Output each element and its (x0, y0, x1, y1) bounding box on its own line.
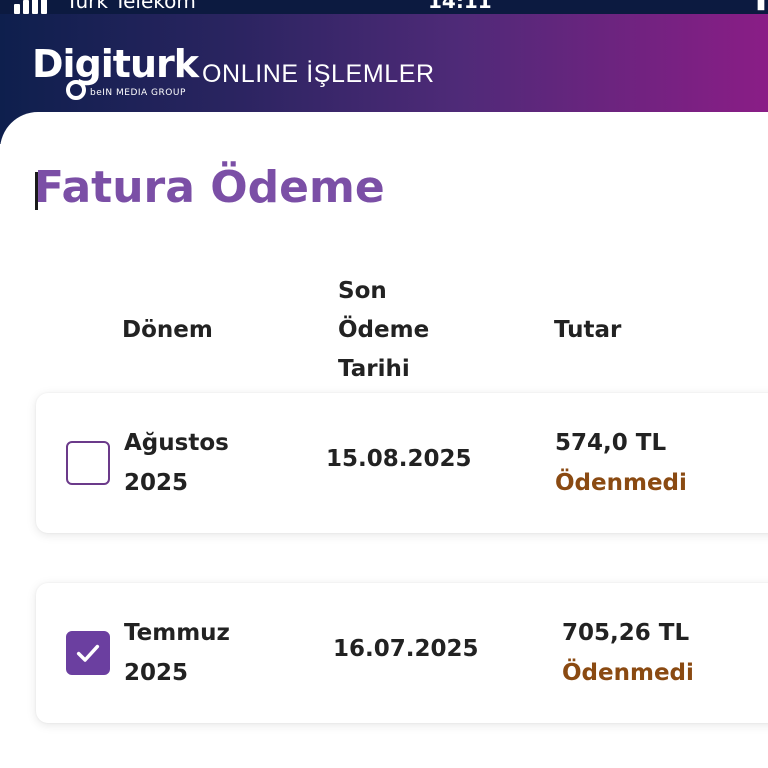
period-year: 2025 (124, 660, 189, 686)
due-date-header-line3: Tarihi (338, 356, 410, 382)
column-header-amount: Tutar (554, 317, 622, 343)
logo-subtitle: beIN MEDIA GROUP (90, 88, 186, 98)
invoice-checkbox-checked[interactable] (66, 631, 110, 675)
logo-dot-icon (66, 80, 86, 100)
invoice-due-date: 16.07.2025 (333, 636, 479, 662)
column-header-due-date: Son Ödeme Tarihi (338, 272, 478, 389)
period-month: Ağustos (124, 430, 229, 456)
main-content: Fatura Ödeme Dönem Son Ödeme Tarihi Tuta… (0, 112, 768, 768)
invoice-amount: 705,26 TL (562, 620, 690, 646)
page-title: Fatura Ödeme (34, 162, 385, 213)
status-bar: Türk Telekom 14:11 ▮ (0, 0, 768, 14)
invoice-due-date: 15.08.2025 (326, 446, 472, 472)
period-month: Temmuz (124, 620, 230, 646)
text-cursor (35, 172, 38, 210)
logo-text: Digiturk (32, 42, 199, 86)
carrier-name: Türk Telekom (66, 0, 196, 13)
due-date-header-line1: Son (338, 278, 387, 304)
invoice-checkbox[interactable] (66, 441, 110, 485)
screen: Türk Telekom 14:11 ▮ Digiturk beIN MEDIA… (0, 0, 768, 768)
column-header-period: Dönem (122, 317, 213, 343)
invoice-row[interactable]: Temmuz 2025 16.07.2025 705,26 TL Ödenmed… (36, 583, 768, 723)
invoice-period: Ağustos 2025 (124, 423, 294, 503)
invoice-row[interactable]: Ağustos 2025 15.08.2025 574,0 TL Ödenmed… (36, 393, 768, 533)
battery-icon: ▮ (756, 0, 766, 13)
invoice-period: Temmuz 2025 (124, 613, 294, 693)
invoice-status: Ödenmedi (555, 470, 687, 496)
signal-icon (14, 0, 47, 14)
period-year: 2025 (124, 470, 189, 496)
invoice-amount: 574,0 TL (555, 430, 667, 456)
invoice-status: Ödenmedi (562, 660, 694, 686)
checkmark-icon (76, 644, 100, 662)
header-title: ONLINE İŞLEMLER (202, 60, 435, 88)
digiturk-logo[interactable]: Digiturk (32, 42, 199, 86)
due-date-header-line2: Ödeme (338, 317, 430, 343)
status-time: 14:11 (428, 0, 492, 13)
